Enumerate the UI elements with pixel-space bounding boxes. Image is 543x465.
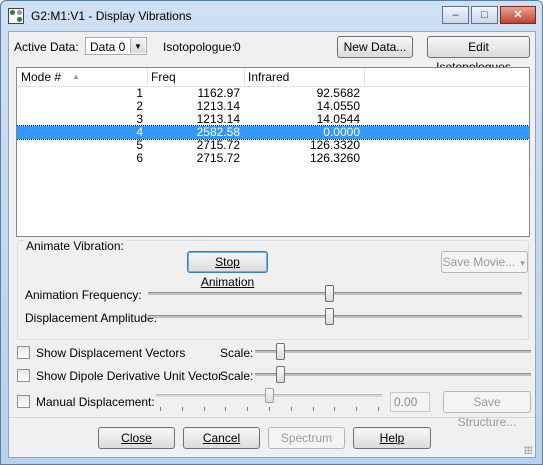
column-header-infrared[interactable]: Infrared — [245, 68, 365, 86]
stop-animation-button[interactable]: Stop Animation — [187, 251, 268, 289]
slider-tick — [290, 407, 292, 411]
dipole-scale-label: Scale: — [220, 369, 254, 383]
edit-isotopologues-button[interactable]: Edit Isotopologues... — [427, 36, 530, 74]
manual-displacement-label: Manual Displacement: — [36, 395, 155, 409]
slider-tick — [203, 407, 205, 411]
table-row[interactable]: 5 2715.72 126.3320 — [17, 139, 529, 152]
manual-displacement-slider[interactable] — [156, 388, 382, 414]
isotopologue-value: 0 — [234, 40, 241, 54]
vibration-mode-table[interactable]: Mode # ▲ Freq Infrared 1 1162.97 92.5682 2 1… — [16, 67, 530, 237]
new-data-button[interactable]: New Data... — [337, 36, 413, 58]
table-row[interactable]: 1 1162.97 92.5682 — [17, 87, 529, 100]
slider-tick — [160, 407, 161, 411]
slider-track — [148, 315, 522, 318]
slider-tick — [334, 407, 336, 411]
slider-tick — [378, 407, 379, 411]
column-header-mode-label: Mode # — [21, 70, 62, 84]
cell-mode: 6 — [136, 151, 143, 165]
maximize-icon: □ — [481, 9, 488, 21]
display-vibrations-window: G2:M1:V1 - Display Vibrations – □ ✕ Acti… — [0, 0, 543, 465]
gaussview-app-icon — [8, 8, 24, 24]
table-row[interactable]: 2 1213.14 14.0550 — [17, 100, 529, 113]
active-data-select[interactable]: Data 0 ▼ — [85, 37, 147, 55]
chevron-down-icon: ▼ — [130, 39, 145, 53]
close-button-label: Close — [121, 431, 152, 445]
slider-thumb[interactable] — [325, 285, 334, 302]
save-movie-label: Save Movie... — [442, 255, 516, 269]
close-window-button[interactable]: ✕ — [500, 6, 536, 24]
slider-thumb[interactable] — [325, 308, 334, 325]
slider-tick — [181, 407, 183, 411]
help-button[interactable]: Help — [353, 427, 431, 449]
slider-thumb[interactable] — [265, 388, 274, 403]
show-dipole-derivative-label: Show Dipole Derivative Unit Vector — [36, 369, 223, 383]
dropdown-arrow-icon: ▼ — [518, 259, 527, 268]
table-row[interactable]: 6 2715.72 126.3260 — [17, 152, 529, 165]
sort-ascending-icon: ▲ — [72, 72, 80, 81]
table-row[interactable]: 3 1213.14 14.0544 — [17, 113, 529, 126]
column-header-freq[interactable]: Freq — [148, 68, 245, 86]
animate-vibration-label: Animate Vibration: — [24, 239, 126, 253]
slider-tick — [312, 407, 314, 411]
slider-track — [255, 373, 531, 376]
animation-frequency-label: Animation Frequency: — [25, 288, 142, 302]
animation-frequency-slider[interactable] — [148, 284, 522, 304]
cancel-button-label: Cancel — [202, 431, 241, 445]
slider-tick — [269, 407, 270, 411]
slider-track — [255, 350, 531, 353]
save-structure-button[interactable]: Save Structure... — [443, 391, 531, 429]
minimize-icon: – — [452, 9, 459, 21]
slider-tick — [356, 407, 358, 411]
cell-infrared: 126.3260 — [309, 151, 360, 165]
slider-thumb[interactable] — [276, 343, 285, 360]
show-displacement-vectors-checkbox[interactable] — [17, 346, 30, 359]
dipole-scale-slider[interactable] — [255, 365, 531, 385]
active-data-value: Data 0 — [90, 40, 126, 54]
vectors-scale-slider[interactable] — [255, 342, 531, 362]
window-title: G2:M1:V1 - Display Vibrations — [31, 9, 192, 23]
column-header-mode[interactable]: Mode # ▲ — [17, 68, 148, 86]
minimize-button[interactable]: – — [442, 6, 469, 24]
close-button[interactable]: Close — [98, 427, 175, 449]
vectors-scale-label: Scale: — [220, 346, 254, 360]
maximize-button[interactable]: □ — [471, 6, 498, 24]
cell-freq: 2715.72 — [196, 151, 240, 165]
dialog-client-area: Active Data: Data 0 ▼ Isotopologue: 0 Ne… — [8, 31, 536, 458]
footer-divider — [9, 417, 535, 418]
help-button-label: Help — [379, 431, 405, 445]
table-header: Mode # ▲ Freq Infrared — [17, 68, 529, 87]
manual-displacement-checkbox[interactable] — [17, 395, 30, 408]
show-displacement-vectors-label: Show Displacement Vectors — [36, 346, 186, 360]
displacement-amplitude-slider[interactable] — [148, 307, 522, 327]
isotopologue-label: Isotopologue: — [163, 40, 236, 54]
slider-tick — [247, 407, 249, 411]
save-movie-button[interactable]: Save Movie... ▼ — [441, 251, 528, 273]
close-icon: ✕ — [513, 9, 523, 21]
resize-grip-icon[interactable] — [524, 446, 532, 454]
active-data-label: Active Data: — [14, 40, 79, 54]
displacement-amplitude-label: Displacement Amplitude: — [25, 311, 158, 325]
slider-tick — [225, 407, 227, 411]
slider-track — [148, 292, 522, 295]
slider-thumb[interactable] — [276, 366, 285, 383]
spectrum-button[interactable]: Spectrum — [268, 427, 345, 449]
cancel-button[interactable]: Cancel — [183, 427, 260, 449]
title-bar[interactable]: G2:M1:V1 - Display Vibrations – □ ✕ — [1, 1, 542, 31]
table-row[interactable]: 4 2582.58 0.0000 — [17, 125, 529, 140]
manual-displacement-value-field[interactable]: 0.00 — [390, 392, 430, 412]
show-dipole-derivative-checkbox[interactable] — [17, 369, 30, 382]
